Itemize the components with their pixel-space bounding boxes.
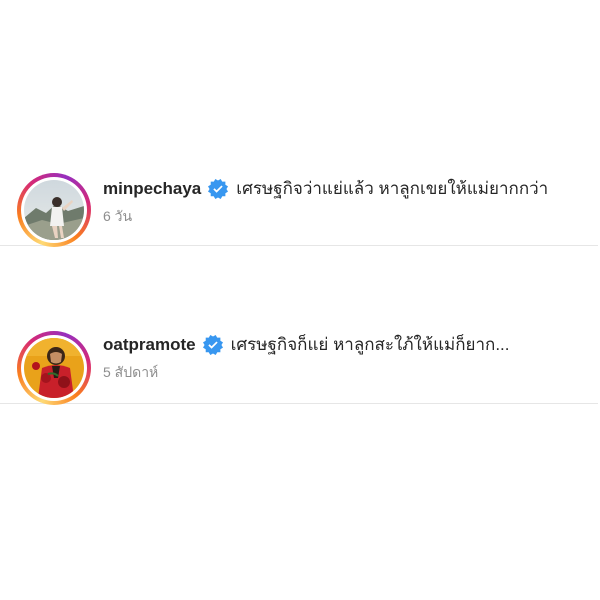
comment-content: minpechaya เศรษฐกิจว่าแย่แล้ว หาลูกเขยให… (103, 177, 548, 225)
verified-badge-icon (208, 179, 229, 199)
verified-badge-icon (202, 335, 223, 355)
comment-timestamp: 6 วัน (103, 208, 133, 224)
comment-text: เศรษฐกิจก็แย่ หาลูกสะใภ้ให้แม่ก็ยาก... (230, 335, 510, 354)
username-link[interactable]: minpechaya (103, 177, 201, 201)
comment-timestamp: 5 สัปดาห์ (103, 364, 159, 380)
comment-text: เศรษฐกิจว่าแย่แล้ว หาลูกเขยให้แม่ยากกว่า (236, 179, 549, 198)
avatar-story-ring[interactable] (17, 331, 91, 405)
comment-line: minpechaya เศรษฐกิจว่าแย่แล้ว หาลูกเขยให… (103, 177, 548, 201)
comments-list: minpechaya เศรษฐกิจว่าแย่แล้ว หาลูกเขยให… (0, 0, 600, 600)
avatar-frame (21, 177, 87, 243)
avatar[interactable] (24, 180, 84, 240)
comment-content: oatpramote เศรษฐกิจก็แย่ หาลูกสะใภ้ให้แม… (103, 333, 510, 381)
comment-line: oatpramote เศรษฐกิจก็แย่ หาลูกสะใภ้ให้แม… (103, 333, 510, 357)
username-link[interactable]: oatpramote (103, 333, 196, 357)
comment-item: minpechaya เศรษฐกิจว่าแย่แล้ว หาลูกเขยให… (0, 140, 598, 247)
avatar-story-ring[interactable] (17, 173, 91, 247)
comment-item: oatpramote เศรษฐกิจก็แย่ หาลูกสะใภ้ให้แม… (0, 302, 598, 405)
avatar[interactable] (24, 338, 84, 398)
avatar-frame (21, 335, 87, 401)
